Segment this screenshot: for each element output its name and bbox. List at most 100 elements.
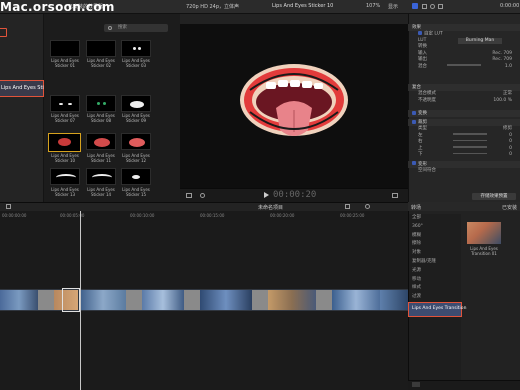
effect-thumbnail[interactable]: [121, 133, 151, 150]
crop-top-slider[interactable]: [452, 146, 487, 148]
mix-row: 混合 1.0: [408, 64, 520, 71]
selected-clip[interactable]: [62, 288, 80, 312]
view-dropdown[interactable]: 显示: [388, 3, 398, 10]
effect-thumbnail[interactable]: [86, 40, 116, 57]
crop-section-header[interactable]: 裁剪: [408, 119, 520, 126]
category-selected-label: Lips And Eyes Transition: [412, 306, 467, 311]
category-item[interactable]: 擦除: [409, 240, 461, 249]
crop-bottom-value[interactable]: 0: [509, 152, 512, 159]
category-item-lips-eyes-transition[interactable]: Lips And Eyes Transition: [408, 302, 467, 317]
transition-clip[interactable]: [184, 290, 200, 310]
checkbox-icon[interactable]: [418, 31, 422, 35]
transform-icon[interactable]: [186, 193, 192, 198]
transition-thumb-label: Lips And Eyes Transition 01: [470, 246, 498, 256]
sidebar-item-lips-eyes-stickers[interactable]: Lips And Eyes Stickers: [0, 80, 58, 97]
opacity-value[interactable]: 100.0 %: [493, 98, 512, 105]
crop-left-slider[interactable]: [452, 133, 487, 135]
select-tool-icon[interactable]: [345, 204, 350, 209]
category-item[interactable]: 复制器/克隆: [409, 258, 461, 267]
checkbox-icon[interactable]: [412, 161, 416, 165]
video-clip[interactable]: [332, 290, 380, 310]
zoom-dropdown[interactable]: 107%: [366, 3, 380, 9]
playhead[interactable]: [80, 211, 81, 390]
effect-label: Lips And Eyes Sticker 11: [87, 153, 115, 163]
mix-slider[interactable]: [447, 64, 481, 66]
distort-section-header[interactable]: 变形: [408, 160, 520, 168]
search-icon: [108, 26, 112, 30]
effect-thumbnail[interactable]: [121, 40, 151, 57]
transition-thumbnail[interactable]: [467, 222, 501, 244]
opacity-row: 不透明度 100.0 %: [408, 98, 520, 105]
category-item[interactable]: 样式: [409, 284, 461, 293]
effect-thumbnail-selected[interactable]: [48, 133, 81, 152]
speed-icon[interactable]: [200, 193, 205, 198]
effect-label: Lips And Eyes Sticker 08: [87, 113, 115, 123]
category-item[interactable]: 360°: [409, 223, 461, 232]
inspector-info-icon[interactable]: [422, 4, 427, 9]
category-item[interactable]: 过渡: [409, 293, 461, 302]
effect-label: Lips And Eyes Sticker 09: [122, 113, 150, 123]
effect-thumbnail[interactable]: [86, 95, 116, 112]
transition-clip[interactable]: [316, 290, 332, 310]
sidebar-item[interactable]: [0, 40, 44, 47]
effect-thumbnail[interactable]: [50, 95, 80, 112]
index-icon[interactable]: [6, 204, 11, 209]
clip-appearance-icon[interactable]: [365, 204, 370, 209]
lut-dropdown[interactable]: Burning Man: [457, 37, 503, 44]
category-item[interactable]: 全部: [409, 214, 461, 223]
fullscreen-icon[interactable]: [392, 193, 398, 198]
sidebar-item[interactable]: [0, 47, 44, 54]
transition-clip[interactable]: [126, 290, 142, 310]
effect-label: Lips And Eyes Sticker 10: [51, 153, 79, 163]
mix-value[interactable]: 1.0: [505, 64, 512, 71]
custom-lut-label: 自定 LUT: [424, 31, 443, 37]
filter-icon[interactable]: [430, 4, 435, 9]
transition-clip[interactable]: [38, 290, 54, 310]
sidebar-item[interactable]: [0, 61, 44, 68]
checkbox-icon[interactable]: [412, 110, 416, 115]
play-icon[interactable]: [264, 192, 269, 198]
clip-title: Lips And Eyes Sticker 10: [272, 3, 334, 9]
share-icon[interactable]: [438, 4, 443, 9]
category-item[interactable]: 光源: [409, 267, 461, 276]
effect-label: Lips And Eyes Sticker 07: [51, 113, 79, 123]
checkbox-icon[interactable]: [412, 119, 416, 124]
sidebar-item-label: Lips And Eyes Stickers: [1, 85, 58, 91]
effect-thumbnail[interactable]: [50, 168, 80, 185]
video-clip[interactable]: [0, 290, 38, 310]
inspector-video-tab-icon[interactable]: [412, 3, 418, 9]
crop-bottom-label: 下: [418, 152, 423, 157]
effect-thumbnail[interactable]: [121, 168, 151, 185]
lut-label: LUT: [418, 37, 427, 43]
sidebar-selected-category[interactable]: [0, 28, 7, 37]
transform-section-header[interactable]: 变换: [408, 110, 520, 117]
distort-label: 变形: [418, 161, 427, 167]
output-label: 输出: [418, 57, 427, 62]
search-input[interactable]: 搜索: [104, 24, 168, 32]
sidebar-item[interactable]: [0, 68, 44, 75]
video-clip[interactable]: [142, 290, 184, 310]
crop-right-slider[interactable]: [452, 139, 487, 142]
category-item[interactable]: 模糊: [409, 232, 461, 241]
effect-thumbnail[interactable]: [50, 40, 80, 57]
transition-clip[interactable]: [252, 290, 268, 310]
video-clip[interactable]: [80, 290, 126, 310]
crop-bottom-slider[interactable]: [452, 152, 487, 155]
effect-thumbnail[interactable]: [86, 133, 116, 150]
project-name[interactable]: 未命名项目: [258, 204, 283, 211]
effect-thumbnail[interactable]: [86, 168, 116, 185]
lips-sticker-graphic: [240, 64, 348, 136]
ruler-mark: 00:00:15:00: [200, 213, 225, 218]
video-clip[interactable]: [268, 290, 316, 310]
inspector-time: 0:00:00: [500, 3, 520, 9]
category-item[interactable]: 移动: [409, 276, 461, 285]
ruler-mark: 00:00:20:00: [270, 213, 295, 218]
crop-type-label: 类型: [418, 126, 427, 131]
effect-thumbnail[interactable]: [121, 95, 151, 112]
video-clip[interactable]: [200, 290, 252, 310]
save-effects-preset-button[interactable]: 存储效果预置: [472, 193, 516, 200]
watermark-logo: Mac.orsoon.com: [0, 0, 115, 14]
sidebar-item[interactable]: [0, 54, 44, 61]
video-clip[interactable]: [380, 290, 408, 310]
category-item[interactable]: 对象: [409, 249, 461, 258]
